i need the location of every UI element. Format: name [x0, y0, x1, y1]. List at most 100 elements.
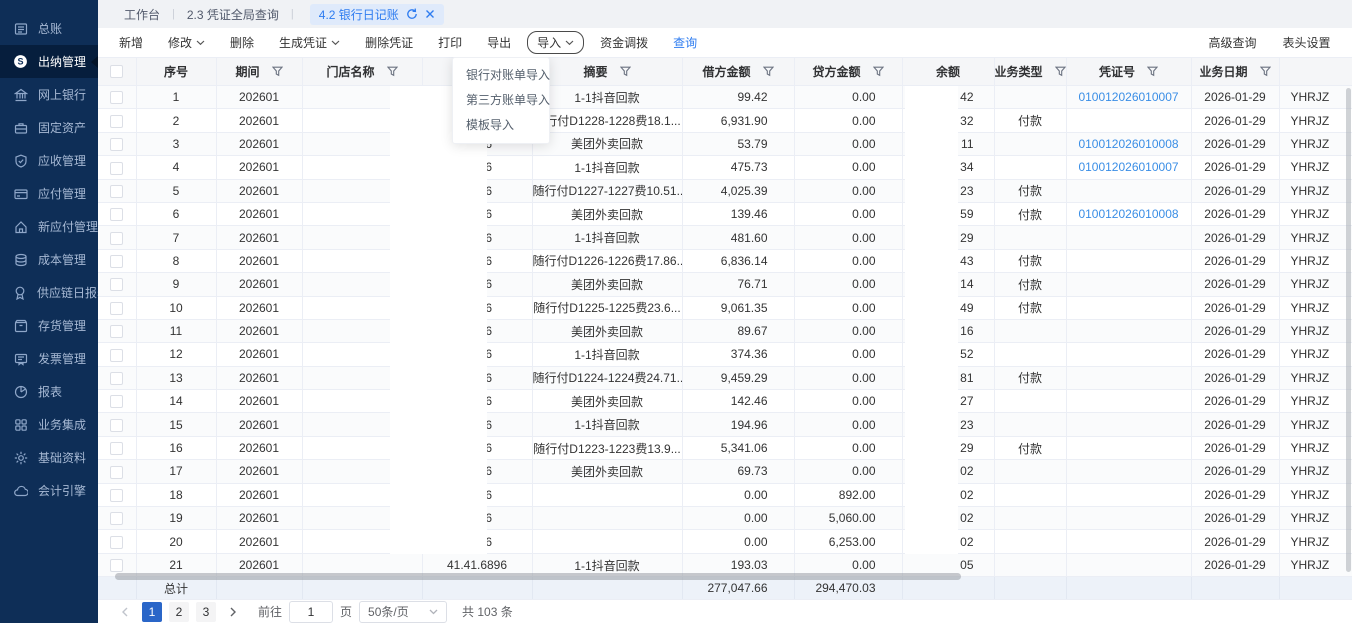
row-checkbox[interactable]: [110, 349, 123, 362]
toolbar-button-修改[interactable]: 修改: [168, 34, 205, 51]
sidebar-item-12[interactable]: 报表: [0, 375, 98, 408]
row-checkbox[interactable]: [110, 442, 123, 455]
column-header-voucher[interactable]: 凭证号: [1066, 58, 1191, 86]
row-checkbox[interactable]: [110, 208, 123, 221]
row-checkbox[interactable]: [110, 395, 123, 408]
sidebar-item-1[interactable]: 总账: [0, 12, 98, 45]
header-settings-button[interactable]: 表头设置: [1282, 34, 1330, 51]
column-header-biz_type[interactable]: 业务类型: [994, 58, 1066, 86]
total-cell-account: [422, 577, 532, 600]
filter-icon[interactable]: [763, 66, 774, 77]
sidebar-item-10[interactable]: 存货管理: [0, 309, 98, 342]
import-menu-item-银行对账单导入[interactable]: 银行对账单导入: [453, 63, 549, 88]
table-row: 4202601,68961-1抖音回款475.730.0034010012026…: [98, 156, 1352, 179]
column-header-date[interactable]: 业务日期: [1191, 58, 1279, 86]
row-checkbox[interactable]: [110, 255, 123, 268]
filter-icon[interactable]: [272, 66, 283, 77]
select-all-checkbox[interactable]: [110, 65, 123, 78]
voucher-link[interactable]: 010012026010008: [1078, 207, 1178, 221]
toolbar-button-删除凭证[interactable]: 删除凭证: [365, 34, 413, 51]
cell-date: 2026-01-29: [1191, 296, 1279, 319]
tab-bank-journal-active[interactable]: 4.2 银行日记账: [310, 4, 444, 25]
total-row: 总计277,047.66294,470.03: [98, 577, 1352, 600]
page-button-1[interactable]: 1: [142, 602, 162, 622]
next-page-button[interactable]: [223, 602, 243, 622]
row-checkbox[interactable]: [110, 489, 123, 502]
sidebar-item-2[interactable]: S出纳管理: [0, 45, 98, 78]
cell-seq: 1: [136, 86, 216, 109]
sidebar-item-14[interactable]: 基础资料: [0, 441, 98, 474]
toolbar-button-资金调拨[interactable]: 资金调拨: [600, 34, 648, 51]
sidebar-item-13[interactable]: 业务集成: [0, 408, 98, 441]
column-header-store[interactable]: 门店名称: [302, 58, 422, 86]
filter-icon[interactable]: [387, 66, 398, 77]
cell-period: 202601: [216, 436, 302, 459]
tab-workbench[interactable]: 工作台: [118, 6, 166, 23]
page-button-3[interactable]: 3: [196, 602, 216, 622]
cell-credit: 0.00: [794, 226, 902, 249]
row-checkbox[interactable]: [110, 162, 123, 175]
row-checkbox[interactable]: [110, 325, 123, 338]
cell-debit: 0.00: [682, 530, 794, 553]
cell-date: 2026-01-29: [1191, 413, 1279, 436]
sidebar-item-15[interactable]: 会计引擎: [0, 474, 98, 507]
sidebar-item-6[interactable]: 应付管理: [0, 177, 98, 210]
sidebar-item-5[interactable]: 应收管理: [0, 144, 98, 177]
toolbar-button-新增[interactable]: 新增: [119, 34, 143, 51]
toolbar-button-生成凭证[interactable]: 生成凭证: [279, 34, 340, 51]
row-checkbox[interactable]: [110, 419, 123, 432]
row-checkbox[interactable]: [110, 278, 123, 291]
tab-voucher-global-query[interactable]: 2.3 凭证全局查询: [181, 6, 285, 23]
voucher-link[interactable]: 010012026010008: [1078, 137, 1178, 151]
row-checkbox[interactable]: [110, 536, 123, 549]
sidebar-item-8[interactable]: 成本管理: [0, 243, 98, 276]
row-checkbox[interactable]: [110, 138, 123, 151]
refresh-icon[interactable]: [406, 8, 418, 20]
filter-icon[interactable]: [1055, 66, 1066, 77]
horizontal-scrollbar[interactable]: [115, 573, 961, 580]
voucher-link[interactable]: 010012026010007: [1078, 160, 1178, 174]
sidebar-item-7[interactable]: 新应付管理: [0, 210, 98, 243]
toolbar-button-导出[interactable]: 导出: [487, 34, 511, 51]
cell-tail: YHRJZ: [1279, 226, 1352, 249]
cell-period: 202601: [216, 530, 302, 553]
close-icon[interactable]: [425, 9, 435, 19]
filter-icon[interactable]: [873, 66, 884, 77]
goto-page-input[interactable]: [289, 601, 333, 623]
row-checkbox[interactable]: [110, 372, 123, 385]
column-header-summary[interactable]: 摘要: [532, 58, 682, 86]
advanced-query-button[interactable]: 高级查询: [1208, 34, 1256, 51]
import-menu-item-第三方账单导入[interactable]: 第三方账单导入: [453, 88, 549, 113]
row-checkbox[interactable]: [110, 302, 123, 315]
supply-chain-report-icon: [13, 285, 27, 300]
row-checkbox[interactable]: [110, 466, 123, 479]
column-header-debit[interactable]: 借方金额: [682, 58, 794, 86]
filter-icon[interactable]: [1147, 66, 1158, 77]
filter-icon[interactable]: [1260, 66, 1271, 77]
row-checkbox[interactable]: [110, 512, 123, 525]
filter-icon[interactable]: [620, 66, 631, 77]
column-header-credit[interactable]: 贷方金额: [794, 58, 902, 86]
toolbar-button-删除[interactable]: 删除: [230, 34, 254, 51]
row-checkbox[interactable]: [110, 559, 123, 572]
cell-checkbox: [98, 507, 136, 530]
row-checkbox[interactable]: [110, 185, 123, 198]
vertical-scrollbar[interactable]: [1346, 88, 1351, 572]
sidebar-item-9[interactable]: 供应链日报表: [0, 276, 98, 309]
toolbar-button-打印[interactable]: 打印: [438, 34, 462, 51]
row-checkbox[interactable]: [110, 232, 123, 245]
sidebar-item-3[interactable]: 网上银行: [0, 78, 98, 111]
row-checkbox[interactable]: [110, 91, 123, 104]
sidebar-item-11[interactable]: 发票管理: [0, 342, 98, 375]
prev-page-button[interactable]: [115, 602, 135, 622]
column-header-period[interactable]: 期间: [216, 58, 302, 86]
page-button-2[interactable]: 2: [169, 602, 189, 622]
voucher-link[interactable]: 010012026010007: [1078, 90, 1178, 104]
cell-debit: 99.42: [682, 86, 794, 109]
row-checkbox[interactable]: [110, 115, 123, 128]
sidebar-item-4[interactable]: 固定资产: [0, 111, 98, 144]
toolbar-button-导入[interactable]: 导入: [527, 31, 584, 54]
toolbar-button-查询[interactable]: 查询: [673, 34, 697, 51]
import-menu-item-模板导入[interactable]: 模板导入: [453, 113, 549, 138]
page-size-select[interactable]: 50条/页: [359, 601, 447, 623]
